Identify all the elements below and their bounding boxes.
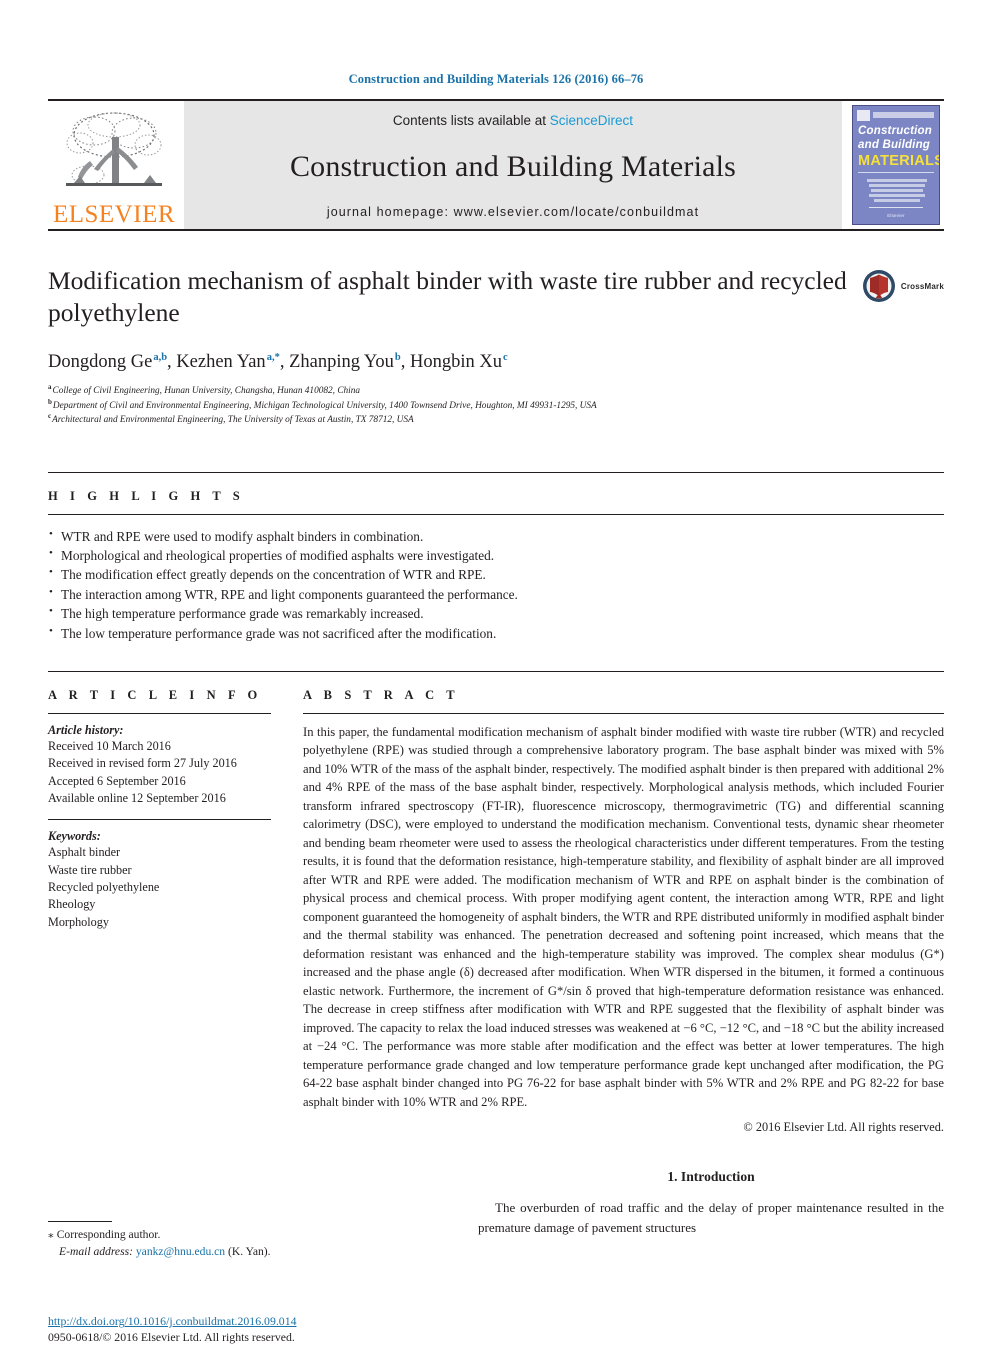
journal-masthead: ELSEVIER Contents lists available at Sci… [48, 99, 944, 229]
issn-copyright-line: 0950-0618/© 2016 Elsevier Ltd. All right… [48, 1330, 295, 1345]
crossmark-badge[interactable]: CrossMark [862, 265, 944, 303]
list-item: The interaction among WTR, RPE and light… [48, 584, 944, 604]
author-name: Hongbin Xu [410, 352, 503, 373]
cover-top-bar [873, 112, 934, 118]
article-first-page: Construction and Building Materials 126 … [0, 0, 992, 1344]
article-history-item: Available online 12 September 2016 [48, 790, 226, 805]
author-name: Kezhen Yan [176, 352, 266, 373]
abstract-section: A B S T R A C T In this paper, the funda… [303, 688, 944, 1136]
keyword-item: Waste tire rubber [48, 862, 132, 877]
highlights-label: H I G H L I G H T S [48, 488, 245, 503]
affiliation-item: aCollege of Civil Engineering, Hunan Uni… [48, 384, 944, 398]
cover-bottom-divider [869, 207, 923, 208]
affiliation-item: cArchitectural and Environmental Enginee… [48, 413, 944, 427]
abstract-label: A B S T R A C T [303, 687, 460, 702]
journal-title: Construction and Building Materials [289, 149, 737, 183]
affiliation-item: bDepartment of Civil and Environmental E… [48, 398, 944, 413]
email-label: E-mail address: [59, 1245, 133, 1259]
doi-block: http://dx.doi.org/10.1016/j.conbuildmat.… [48, 1314, 448, 1345]
contents-available-line: Contents lists available at ScienceDirec… [393, 113, 633, 128]
article-info-section: A R T I C L E I N F O Article history: R… [48, 688, 303, 931]
cover-blurb-text [867, 177, 927, 204]
crossmark-icon [862, 270, 895, 302]
author-separator: , [400, 352, 411, 373]
cover-title-line1: Construction [858, 125, 932, 137]
bottom-area: ⁎ Corresponding author. E-mail address: … [48, 1169, 944, 1344]
corresponding-author-line: ⁎ Corresponding author. [48, 1227, 438, 1244]
list-item: Morphological and rheological properties… [48, 545, 944, 565]
highlights-list: WTR and RPE were used to modify asphalt … [48, 525, 944, 643]
affiliation-text: Architectural and Environmental Engineer… [52, 415, 414, 426]
highlights-rule [48, 513, 944, 515]
corresponding-mark: ⁎ [48, 1228, 54, 1242]
info-and-abstract: A R T I C L E I N F O Article history: R… [48, 670, 944, 1136]
footnote-divider [48, 1221, 112, 1223]
abstract-rule [303, 712, 944, 714]
list-item: The high temperature performance grade w… [48, 603, 944, 623]
article-history-item: Accepted 6 September 2016 [48, 773, 186, 788]
cover-title-line2: and Building [858, 139, 931, 151]
crossmark-label: CrossMark [900, 281, 944, 291]
author-name: Dongdong Ge [48, 352, 153, 373]
keyword-item: Asphalt binder [48, 845, 121, 860]
keywords-rule [48, 819, 271, 821]
highlights-section: H I G H L I G H T S WTR and RPE were use… [48, 471, 944, 643]
affiliation-text: Department of Civil and Environmental En… [52, 400, 597, 411]
author-affiliation-mark: a,* [266, 352, 280, 364]
keyword-item: Recycled polyethylene [48, 879, 160, 894]
author-list: Dongdong Gea,b, Kezhen Yana,*, Zhanping … [48, 350, 944, 374]
list-item: The low temperature performance grade wa… [48, 623, 944, 643]
author-affiliation-mark: c [503, 352, 508, 364]
author-affiliation-mark: b [394, 352, 401, 364]
doi-link[interactable]: http://dx.doi.org/10.1016/j.conbuildmat.… [48, 1314, 448, 1329]
email-link[interactable]: yankz@hnu.edu.cn [136, 1245, 225, 1258]
introduction-heading: 1. Introduction [667, 1169, 755, 1185]
article-history-item: Received in revised form 27 July 2016 [48, 756, 237, 771]
masthead-center-band: Contents lists available at ScienceDirec… [184, 101, 842, 229]
elsevier-wordmark: ELSEVIER [52, 201, 176, 228]
corresponding-author-footnote: ⁎ Corresponding author. E-mail address: … [48, 1221, 438, 1261]
keyword-item: Rheology [48, 897, 96, 912]
email-owner: (K. Yan). [228, 1245, 271, 1259]
cover-divider [858, 172, 934, 173]
masthead-bottom-rule [48, 229, 944, 231]
article-info-rule [48, 712, 271, 714]
author-entry: Zhanping Youb [289, 352, 401, 372]
author-separator: , [279, 352, 290, 373]
author-entry: Dongdong Gea,b [48, 352, 167, 372]
introduction-column: 1. Introduction The overburden of road t… [478, 1169, 944, 1237]
keywords-heading: Keywords: [48, 829, 101, 844]
abstract-text: In this paper, the fundamental modificat… [303, 724, 944, 1109]
affiliation-text: College of Civil Engineering, Hunan Univ… [52, 386, 361, 397]
affiliation-list: aCollege of Civil Engineering, Hunan Uni… [48, 384, 944, 427]
journal-homepage-link[interactable]: journal homepage: www.elsevier.com/locat… [327, 205, 699, 219]
footnote-column: ⁎ Corresponding author. E-mail address: … [48, 1169, 478, 1344]
cover-footer-text: Elsevier [887, 213, 905, 218]
corresponding-text: Corresponding author. [56, 1228, 161, 1242]
introduction-paragraph: The overburden of road traffic and the d… [478, 1200, 944, 1235]
abstract-copyright: © 2016 Elsevier Ltd. All rights reserved… [743, 1120, 944, 1135]
list-item: The modification effect greatly depends … [48, 564, 944, 584]
article-history-heading: Article history: [48, 722, 124, 737]
sciencedirect-link[interactable]: ScienceDirect [550, 113, 633, 128]
cover-title-line3: MATERIALS [858, 153, 940, 169]
author-entry: Hongbin Xuc [410, 352, 508, 372]
article-history-item: Received 10 March 2016 [48, 738, 171, 753]
list-item: WTR and RPE were used to modify asphalt … [48, 525, 944, 546]
page-title: Modification mechanism of asphalt binder… [48, 266, 847, 328]
author-name: Zhanping You [289, 352, 394, 373]
elsevier-tree-icon [66, 112, 162, 186]
contents-prefix: Contents lists available at [392, 113, 547, 128]
running-head: Construction and Building Materials 126 … [348, 72, 644, 86]
author-affiliation-mark: a,b [153, 352, 168, 364]
keyword-item: Morphology [48, 914, 109, 929]
article-info-label: A R T I C L E I N F O [48, 687, 262, 702]
author-entry: Kezhen Yana,* [176, 352, 280, 372]
author-separator: , [167, 352, 177, 373]
elsevier-logo: ELSEVIER [48, 101, 180, 229]
journal-cover-thumbnail[interactable]: Construction and Building MATERIALS Else… [848, 101, 944, 229]
cover-elsevier-mark [857, 110, 870, 121]
email-line: E-mail address: yankz@hnu.edu.cn (K. Yan… [48, 1244, 438, 1261]
title-block: Modification mechanism of asphalt binder… [48, 265, 944, 329]
